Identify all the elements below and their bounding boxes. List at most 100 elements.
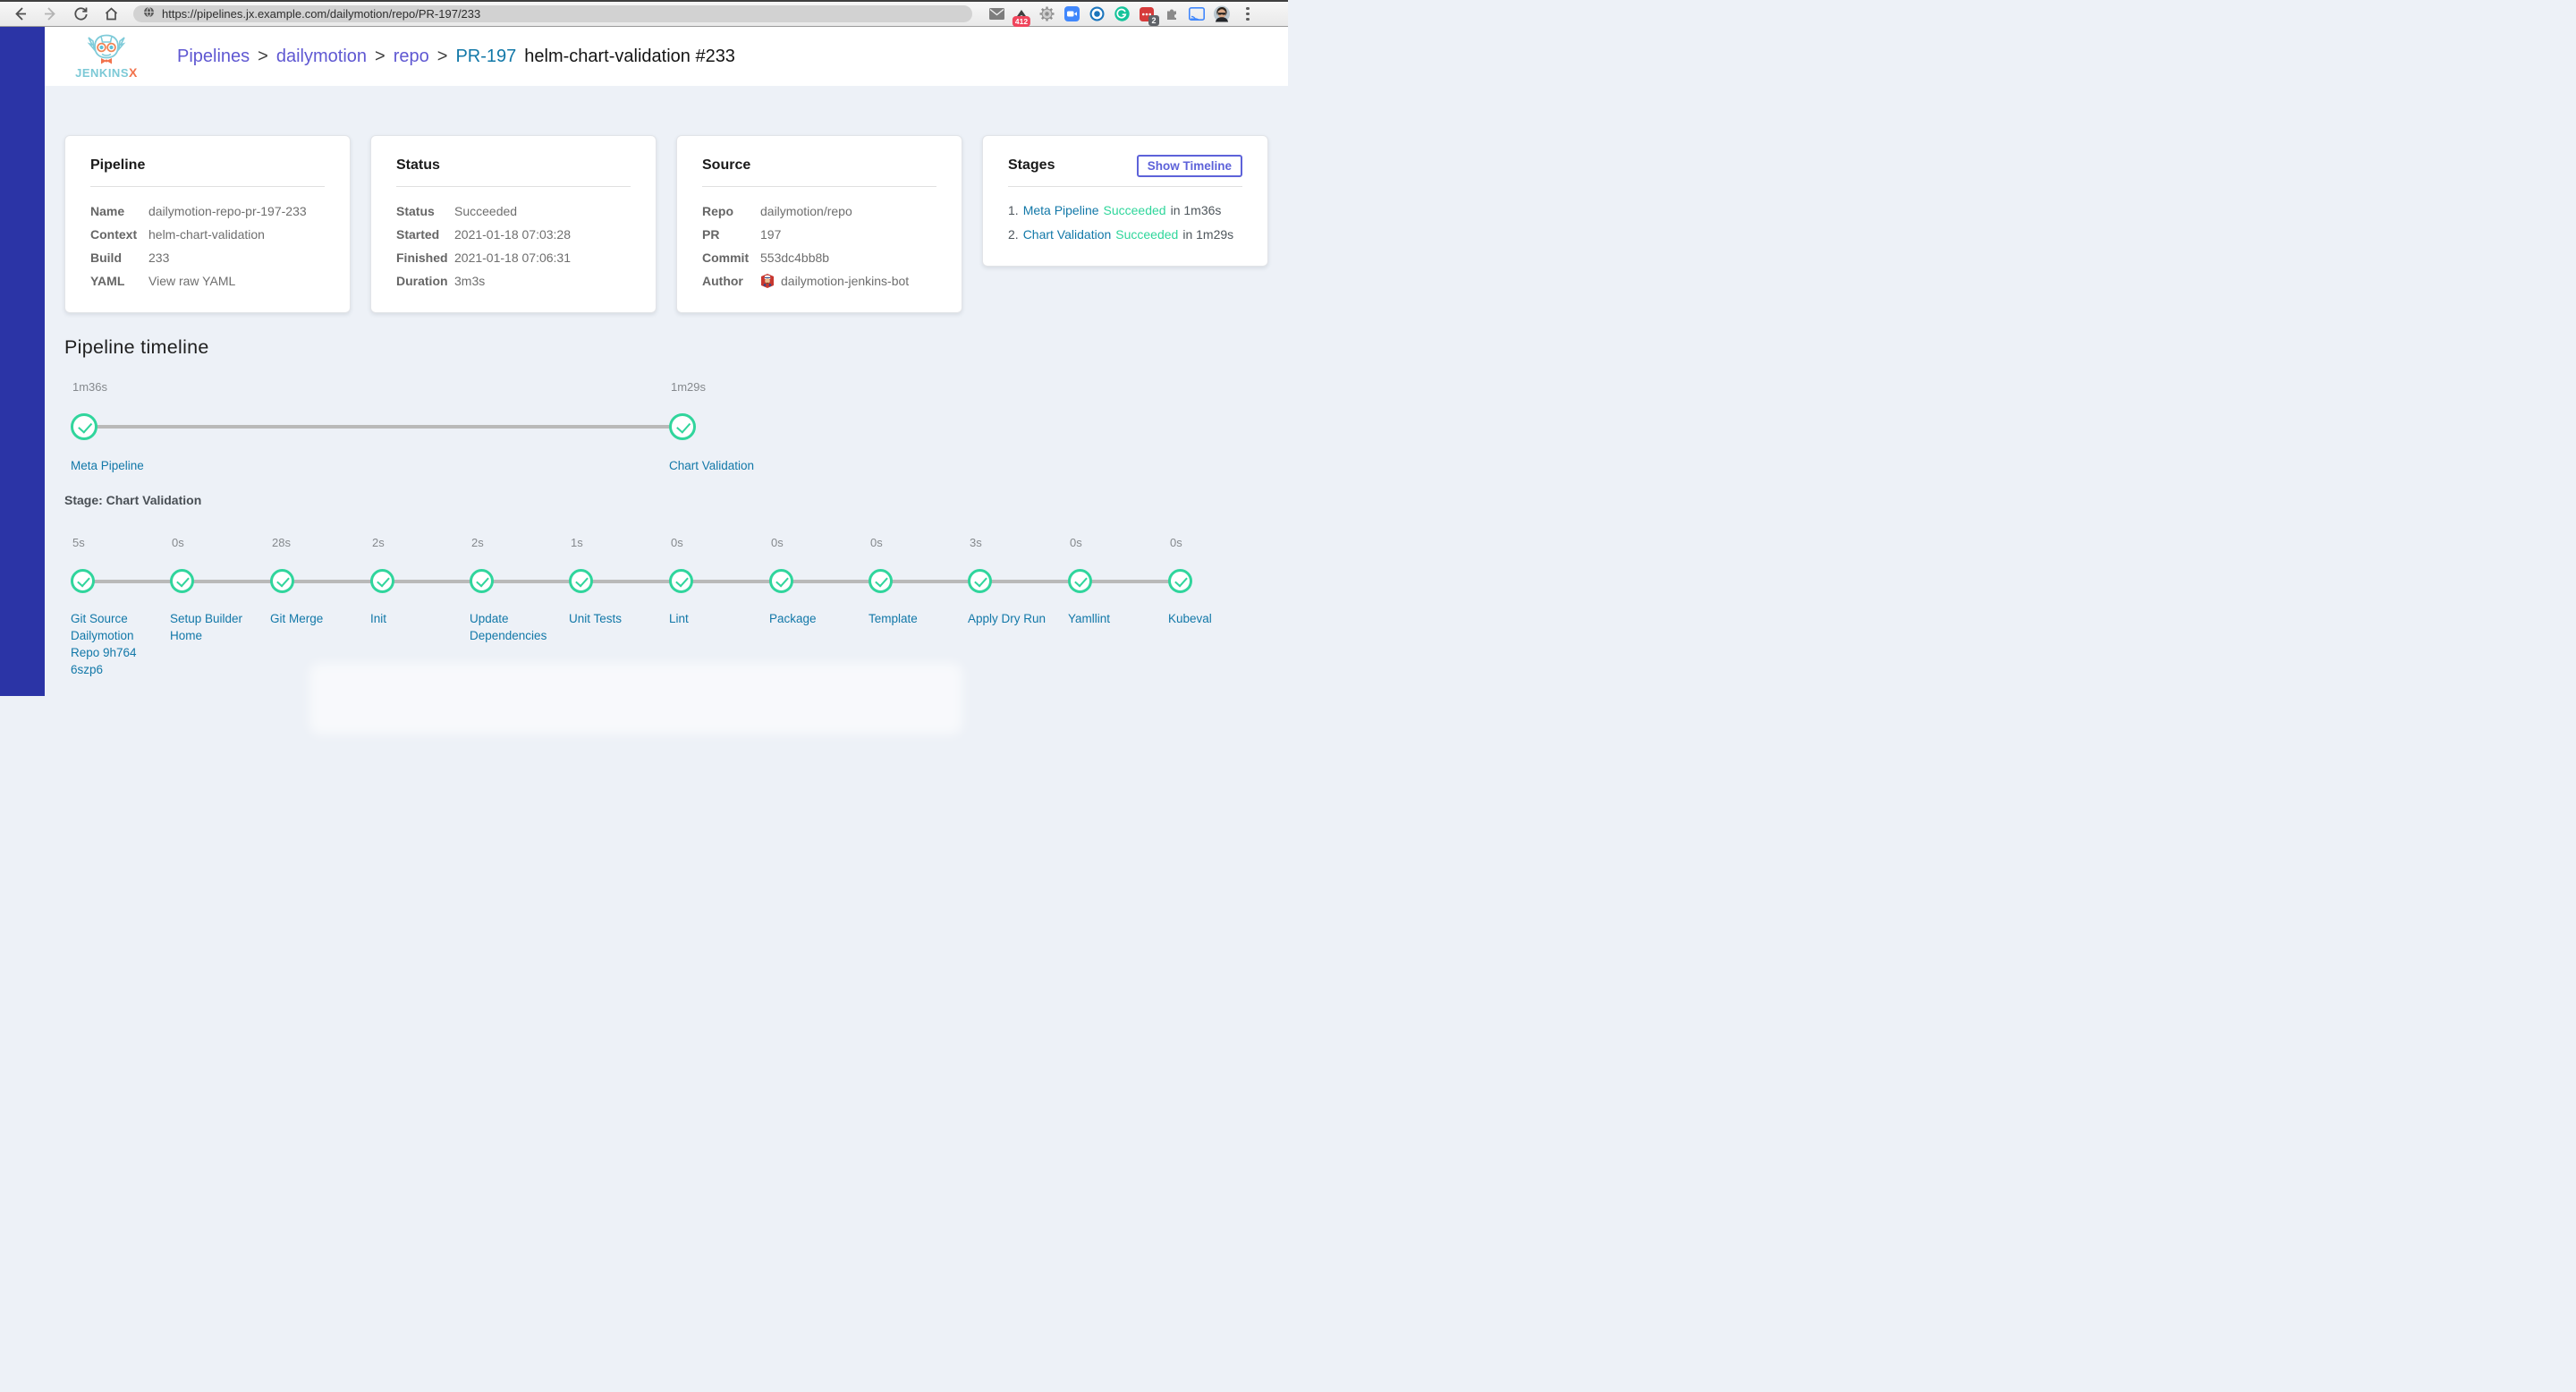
commit-row: Commit 553dc4bb8b: [702, 250, 830, 265]
author-link[interactable]: dailymotion-jenkins-bot: [781, 274, 909, 288]
duration-row: Duration 3m3s: [396, 274, 486, 288]
success-check-icon: [71, 569, 95, 593]
view-raw-yaml-link[interactable]: View raw YAML: [148, 274, 235, 288]
step-link[interactable]: Kubeval: [1168, 610, 1261, 627]
left-sidebar: [0, 27, 45, 696]
repo-link[interactable]: dailymotion/repo: [760, 204, 852, 218]
step-node: 2s Init: [370, 536, 463, 627]
url-text[interactable]: https://pipelines.jx.example.com/dailymo…: [162, 7, 480, 21]
breadcrumb-separator: >: [375, 46, 386, 66]
step-node: 0s Template: [869, 536, 962, 627]
author-avatar: [761, 274, 774, 288]
stage-list-item: 1. Meta Pipeline Succeeded in 1m36s: [1008, 202, 1222, 217]
pipeline-yaml-row: YAML View raw YAML: [90, 274, 236, 288]
status-row: Status Succeeded: [396, 204, 518, 218]
ring-icon[interactable]: [1089, 6, 1105, 22]
reload-icon[interactable]: [73, 6, 89, 21]
success-check-icon: [270, 569, 294, 593]
step-link[interactable]: Template: [869, 610, 962, 627]
profile-avatar[interactable]: [1214, 5, 1230, 22]
mail-icon[interactable]: [988, 6, 1004, 22]
timeline-stage-link[interactable]: Chart Validation: [669, 457, 785, 474]
success-check-icon: [1068, 569, 1092, 593]
started-row: Started 2021-01-18 07:03:28: [396, 227, 571, 242]
breadcrumb-pr[interactable]: PR-197: [455, 47, 516, 67]
url-bar[interactable]: https://pipelines.jx.example.com/dailymo…: [133, 5, 972, 22]
stage-status: Succeeded: [1103, 202, 1166, 217]
success-check-icon: [71, 413, 97, 440]
success-check-icon: [669, 413, 696, 440]
step-node: 0s Lint: [669, 536, 762, 627]
pipeline-card-title: Pipeline: [90, 157, 146, 173]
jenkins-x-logo[interactable]: JENKINSX: [68, 34, 145, 79]
pr-link[interactable]: 197: [760, 227, 781, 242]
step-node: 0s Kubeval: [1168, 536, 1261, 627]
browser-menu-icon[interactable]: [1241, 5, 1255, 23]
breadcrumb-owner[interactable]: dailymotion: [276, 47, 367, 67]
stage-meta-pipeline-link[interactable]: Meta Pipeline: [1023, 203, 1099, 217]
step-link[interactable]: Setup Builder Home: [170, 610, 263, 644]
success-check-icon: [669, 569, 693, 593]
commit-link[interactable]: 553dc4bb8b: [760, 250, 829, 265]
step-link[interactable]: Lint: [669, 610, 762, 627]
success-check-icon: [869, 569, 893, 593]
jenkins-x-logo-text: JENKINSX: [75, 65, 138, 80]
pipeline-timeline-heading: Pipeline timeline: [64, 336, 209, 358]
cast-icon[interactable]: [1189, 6, 1205, 22]
stages-card: Stages Show Timeline 1. Meta Pipeline Su…: [982, 135, 1268, 267]
back-icon[interactable]: [13, 6, 28, 21]
repo-row: Repo dailymotion/repo: [702, 204, 852, 218]
breadcrumb-pipelines[interactable]: Pipelines: [177, 47, 250, 67]
upload-arrow-icon[interactable]: 412: [1012, 6, 1031, 27]
step-link[interactable]: Yamllint: [1068, 610, 1161, 627]
grammarly-icon[interactable]: [1114, 6, 1130, 22]
home-icon[interactable]: [104, 6, 119, 21]
author-row: Author dailymotion-jenkins-bot: [702, 274, 910, 288]
breadcrumb-repo[interactable]: repo: [394, 47, 429, 67]
step-node: 0s Yamllint: [1068, 536, 1161, 627]
step-link[interactable]: Package: [769, 610, 862, 627]
step-link[interactable]: Git Merge: [270, 610, 363, 627]
step-link[interactable]: Update Dependencies: [470, 610, 563, 644]
step-node: 0s Package: [769, 536, 862, 627]
success-check-icon: [1168, 569, 1192, 593]
gear-icon[interactable]: [1038, 6, 1055, 22]
step-link[interactable]: Unit Tests: [569, 610, 662, 627]
puzzle-icon[interactable]: [1164, 6, 1180, 22]
status-card-title: Status: [396, 157, 440, 173]
success-check-icon: [569, 569, 593, 593]
app-header: JENKINSX Pipelines > dailymotion > repo …: [45, 27, 1288, 86]
forward-icon[interactable]: [43, 6, 58, 21]
step-link[interactable]: Apply Dry Run: [968, 610, 1061, 627]
step-node: 2s Update Dependencies: [470, 536, 563, 644]
success-check-icon: [968, 569, 992, 593]
success-check-icon: [370, 569, 394, 593]
stage-chart-validation-link[interactable]: Chart Validation: [1023, 227, 1112, 242]
stage-status: Succeeded: [1115, 226, 1179, 242]
video-call-icon[interactable]: [1063, 6, 1080, 22]
stages-card-title: Stages: [1008, 157, 1055, 173]
browser-toolbar: https://pipelines.jx.example.com/dailymo…: [0, 0, 1288, 27]
status-card: Status Status Succeeded Started 2021-01-18…: [370, 135, 657, 313]
show-timeline-button[interactable]: Show Timeline: [1136, 154, 1242, 177]
stage-steps-timeline: 5s Git Source Dailymotion Repo 9h764 6sz…: [64, 536, 1268, 692]
password-dots-icon[interactable]: 2: [1139, 6, 1159, 26]
source-card-title: Source: [702, 157, 751, 173]
timeline-stage-link[interactable]: Meta Pipeline: [71, 457, 187, 474]
success-check-icon: [470, 569, 494, 593]
success-check-icon: [769, 569, 793, 593]
pipeline-build-row: Build 233: [90, 250, 170, 265]
pipeline-name-row: Name dailymotion-repo-pr-197-233: [90, 204, 307, 218]
step-link[interactable]: Init: [370, 610, 463, 627]
step-node: 1s Unit Tests: [569, 536, 662, 627]
finished-row: Finished 2021-01-18 07:06:31: [396, 250, 571, 265]
jenkins-x-robot-icon: [87, 34, 126, 64]
stage-sub-heading: Stage: Chart Validation: [64, 493, 202, 507]
upload-badge: 412: [1012, 15, 1031, 27]
step-link[interactable]: Git Source Dailymotion Repo 9h764 6szp6: [71, 610, 164, 678]
source-card: Source Repo dailymotion/repo PR 197 Commit…: [676, 135, 962, 313]
timeline-node-chart-validation: 1m29s Chart Validation: [669, 380, 785, 474]
pipeline-stage-timeline: 1m36s Meta Pipeline 1m29s Chart Validati…: [64, 380, 1268, 480]
globe-icon: [143, 6, 155, 22]
pipeline-context-row: Context helm-chart-validation: [90, 227, 265, 242]
